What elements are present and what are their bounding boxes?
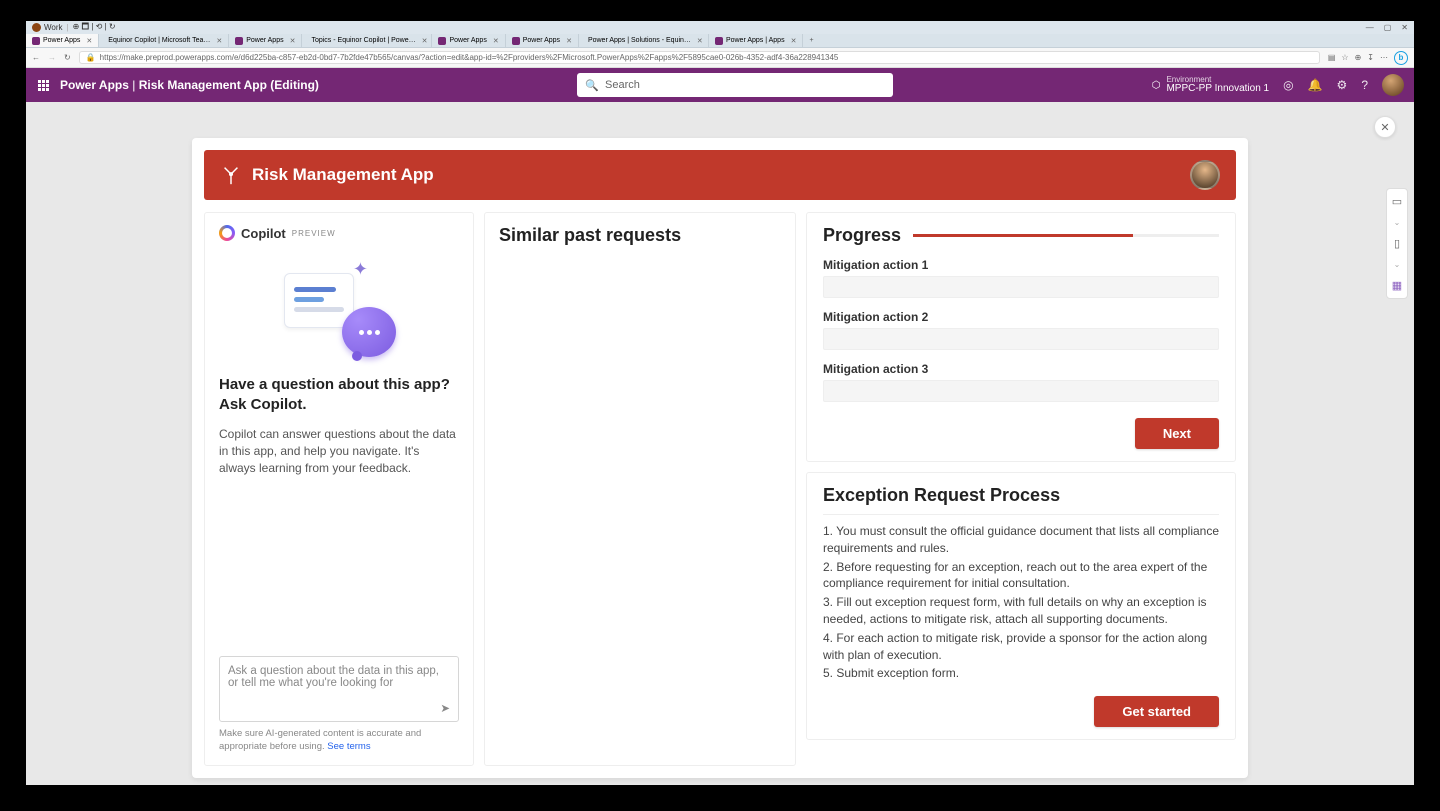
mitigation-input[interactable] [823,276,1219,298]
process-step: 2. Before requesting for an exception, r… [823,559,1219,593]
nav-forward-icon[interactable]: → [48,53,56,62]
mitigation-label: Mitigation action 1 [823,258,1219,272]
copilot-heading: Have a question about this app? Ask Copi… [219,375,459,416]
new-tab-button[interactable]: + [803,37,819,44]
browser-address-bar: ← → ↻ 🔒 https://make.preprod.powerapps.c… [26,48,1414,68]
browser-tab[interactable]: Topics - Equinor Copilot | Powe…✕ [302,34,432,47]
progress-title: Progress [823,225,901,246]
app-title: Risk Management App [252,165,434,185]
copilot-placeholder: Ask a question about the data in this ap… [228,665,439,689]
copilot-header-icon[interactable]: ◎ [1283,78,1293,92]
tab-close-icon[interactable]: ✕ [290,37,296,45]
copilot-description: Copilot can answer questions about the d… [219,426,459,478]
exception-process-panel: Exception Request Process 1. You must co… [806,472,1236,740]
user-avatar[interactable] [1382,74,1404,96]
canvas-area: ✕ ▭ ⌄ ▯ ⌄ ▦ Risk Management App [26,102,1414,785]
browser-tab[interactable]: Power Apps✕ [229,34,302,47]
app-user-avatar[interactable] [1190,160,1220,190]
tab-close-icon[interactable]: ✕ [422,37,428,45]
url-text: https://make.preprod.powerapps.com/e/d6d… [100,53,839,62]
process-step: 4. For each action to mitigate risk, pro… [823,630,1219,664]
product-header: Power Apps | Risk Management App (Editin… [26,68,1414,102]
nav-refresh-icon[interactable]: ↻ [64,53,71,62]
phone-icon[interactable]: ▯ [1394,237,1400,250]
process-step: 3. Fill out exception request form, with… [823,594,1219,628]
browser-tab[interactable]: Power Apps | Solutions - Equin…✕ [579,34,709,47]
browser-tab[interactable]: Power Apps✕ [26,34,99,47]
tab-close-icon[interactable]: ✕ [493,37,499,45]
preview-badge: PREVIEW [292,229,336,238]
copilot-note: Make sure AI-generated content is accura… [219,728,459,753]
settings-icon[interactable]: ⚙ [1337,78,1348,92]
help-icon[interactable]: ? [1361,78,1368,92]
copilot-logo-icon [219,225,235,241]
tab-close-icon[interactable]: ✕ [216,37,222,45]
browser-tab[interactable]: Power Apps | Apps✕ [709,34,804,47]
os-user-avatar [32,23,41,32]
bing-icon[interactable]: b [1394,51,1408,65]
next-button[interactable]: Next [1135,418,1219,449]
copilot-illustration: ✦ [274,259,404,359]
browser-icon[interactable]: ☆ [1341,53,1348,62]
tab-close-icon[interactable]: ✕ [791,37,797,45]
app-header: Risk Management App [204,150,1236,200]
mitigation-input[interactable] [823,380,1219,402]
browser-tab[interactable]: Equinor Copilot | Microsoft Tea…✕ [99,34,229,47]
app-launcher-icon[interactable] [26,80,60,91]
browser-tabstrip: Power Apps✕Equinor Copilot | Microsoft T… [26,34,1414,48]
environment-picker[interactable]: ⬡ Environment MPPC-PP Innovation 1 [1152,76,1269,94]
progress-panel: Progress Mitigation action 1 Mitigation a… [806,212,1236,462]
process-step: 1. You must consult the official guidanc… [823,523,1219,557]
notifications-icon[interactable]: 🔔 [1308,78,1323,92]
process-step: 5. Submit exception form. [823,665,1219,682]
environment-icon: ⬡ [1152,80,1161,91]
app-preview-card: Risk Management App Copilot PREVIEW ✦ [192,138,1248,778]
os-icon: ⊕ 🗖 | ⟲ | ↻ [73,21,116,35]
tab-close-icon[interactable]: ✕ [86,37,92,45]
tablet-landscape-icon[interactable]: ▭ [1392,195,1402,208]
search-icon: 🔍 [585,79,599,92]
product-name[interactable]: Power Apps [60,78,129,92]
url-input[interactable]: 🔒 https://make.preprod.powerapps.com/e/d… [79,51,1320,64]
mitigation-label: Mitigation action 3 [823,362,1219,376]
process-title: Exception Request Process [823,485,1219,506]
window-controls[interactable]: — ▢ ✕ [1366,23,1408,32]
close-preview-button[interactable]: ✕ [1374,116,1396,138]
os-titlebar: Work | ⊕ 🗖 | ⟲ | ↻ — ▢ ✕ [26,21,1414,34]
tab-close-icon[interactable]: ✕ [697,37,703,45]
maximize-icon[interactable]: ▢ [1384,23,1392,32]
browser-tab[interactable]: Power Apps✕ [432,34,505,47]
minimize-icon[interactable]: — [1366,23,1374,32]
global-search[interactable]: 🔍 Search [577,73,893,97]
search-placeholder: Search [605,79,640,91]
send-icon[interactable]: ➤ [440,701,450,715]
copilot-input[interactable]: Ask a question about the data in this ap… [219,656,459,722]
nav-back-icon[interactable]: ← [32,53,40,62]
browser-icon[interactable]: ⋯ [1380,53,1388,62]
wind-turbine-icon [220,164,242,186]
get-started-button[interactable]: Get started [1094,696,1219,727]
mitigation-input[interactable] [823,328,1219,350]
browser-icon[interactable]: ↧ [1367,53,1374,62]
close-icon[interactable]: ✕ [1401,23,1408,32]
tab-close-icon[interactable]: ✕ [566,37,572,45]
calendar-icon[interactable]: ▦ [1392,279,1402,292]
see-terms-link[interactable]: See terms [327,741,370,752]
copilot-panel: Copilot PREVIEW ✦ Have a question about … [204,212,474,766]
device-preview-toolbar: ▭ ⌄ ▯ ⌄ ▦ [1386,188,1408,299]
copilot-name: Copilot [241,226,286,241]
progress-bar [913,234,1219,237]
lock-icon: 🔒 [86,53,96,62]
browser-tab[interactable]: Power Apps✕ [506,34,579,47]
similar-title: Similar past requests [499,225,781,246]
browser-icon[interactable]: ⊕ [1355,53,1362,62]
similar-requests-panel: Similar past requests [484,212,796,766]
os-task-label: Work [44,23,63,32]
page-title: Risk Management App (Editing) [139,78,319,92]
mitigation-label: Mitigation action 2 [823,310,1219,324]
browser-icon[interactable]: ▤ [1328,53,1336,62]
